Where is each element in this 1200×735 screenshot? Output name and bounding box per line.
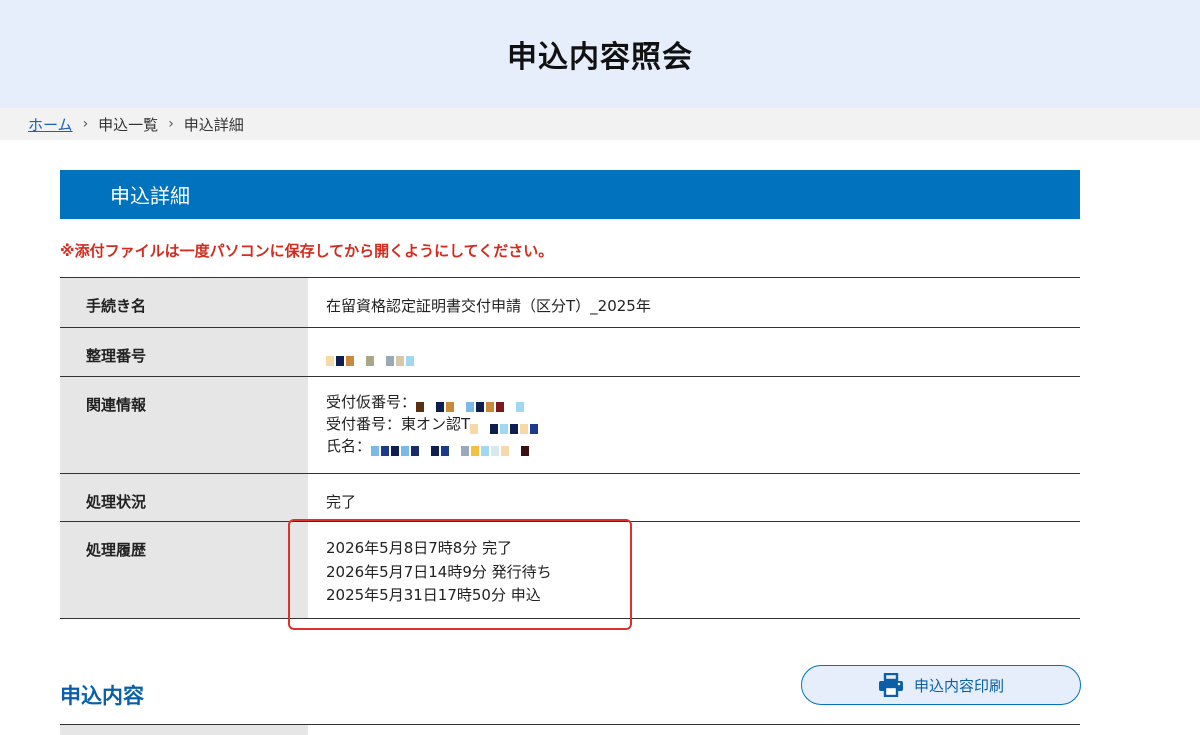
redacted-mosaic bbox=[416, 396, 526, 412]
breadcrumb-separator: › bbox=[82, 116, 89, 132]
history-value: 2026年5月8日7時8分 完了 2026年5月7日14時9分 発行待ち 202… bbox=[308, 522, 1080, 619]
ref-number-value bbox=[308, 328, 1080, 377]
name-line: 氏名： bbox=[326, 435, 1080, 457]
breadcrumb-home-link[interactable]: ホーム bbox=[28, 114, 73, 135]
status-value: 完了 bbox=[326, 493, 357, 511]
print-button-label: 申込内容印刷 bbox=[913, 676, 1004, 695]
section-title-bar: 申込詳細 bbox=[60, 170, 1080, 219]
procedure-value: 在留資格認定証明書交付申請（区分T）_2025年 bbox=[326, 297, 651, 315]
attachment-notice: ※添付ファイルは一度パソコンに保存してから開くようにしてください。 bbox=[60, 242, 554, 260]
status-label: 処理状況 bbox=[60, 473, 308, 522]
related-value: 受付仮番号： 受付番号：東オン認T 氏名： bbox=[308, 377, 1080, 474]
redacted-mosaic bbox=[326, 350, 416, 366]
receipt-number-line: 受付番号：東オン認T bbox=[326, 413, 1080, 435]
redacted-mosaic bbox=[371, 440, 531, 456]
procedure-label: 手続き名 bbox=[60, 277, 308, 328]
receipt-number-label: 受付番号：東オン認T bbox=[326, 415, 471, 433]
detail-table: 手続き名 在留資格認定証明書交付申請（区分T）_2025年 整理番号 関連情報 … bbox=[60, 277, 1080, 619]
table-row: 整理番号 bbox=[60, 327, 1080, 377]
ref-number-label: 整理番号 bbox=[60, 327, 308, 377]
temp-number-label: 受付仮番号： bbox=[326, 393, 417, 411]
table-row: 処理状況 完了 bbox=[60, 473, 1080, 522]
table-row: 処理履歴 2026年5月8日7時8分 完了 2026年5月7日14時9分 発行待… bbox=[60, 521, 1080, 619]
content-table-header-cell bbox=[60, 725, 308, 735]
history-entry: 2026年5月8日7時8分 完了 bbox=[326, 539, 513, 557]
history-entry: 2025年5月31日17時50分 申込 bbox=[326, 586, 541, 604]
printer-icon bbox=[878, 673, 903, 697]
name-label: 氏名： bbox=[326, 437, 372, 455]
history-entry: 2026年5月7日14時9分 発行待ち bbox=[326, 562, 552, 581]
breadcrumb: ホーム › 申込一覧 › 申込詳細 bbox=[0, 108, 1200, 140]
page-header: 申込内容照会 bbox=[0, 0, 1200, 108]
section-title: 申込詳細 bbox=[110, 184, 190, 208]
table-row: 手続き名 在留資格認定証明書交付申請（区分T）_2025年 bbox=[60, 277, 1080, 328]
temp-number-line: 受付仮番号： bbox=[326, 391, 1080, 413]
breadcrumb-list: 申込一覧 bbox=[98, 115, 159, 134]
table-row: 関連情報 受付仮番号： 受付番号：東オン認T 氏名： bbox=[60, 376, 1080, 474]
page-title: 申込内容照会 bbox=[507, 40, 693, 75]
redacted-mosaic bbox=[470, 418, 540, 434]
print-content-button[interactable]: 申込内容印刷 bbox=[801, 665, 1081, 705]
history-label: 処理履歴 bbox=[60, 521, 308, 619]
related-label: 関連情報 bbox=[60, 376, 308, 474]
content-section-title: 申込内容 bbox=[60, 684, 144, 708]
breadcrumb-separator: › bbox=[168, 116, 174, 132]
breadcrumb-current: 申込詳細 bbox=[183, 115, 244, 134]
